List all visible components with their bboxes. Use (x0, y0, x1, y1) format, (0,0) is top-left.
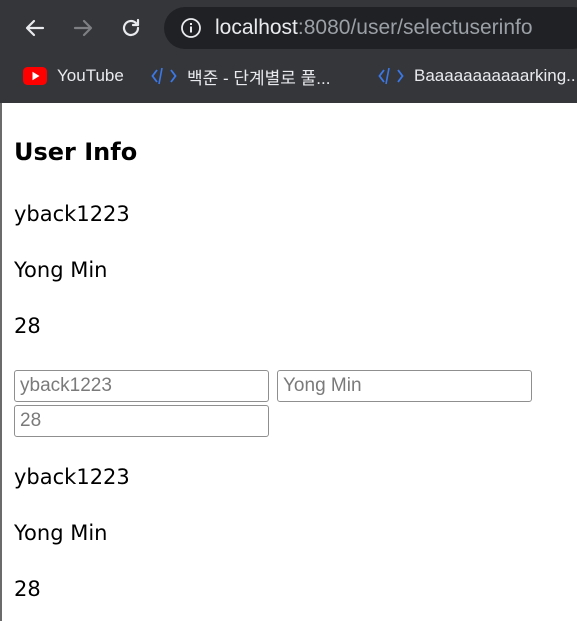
bookmark-label: Baaaaaaaaaaarking... (414, 66, 577, 85)
info-icon[interactable] (180, 17, 202, 39)
user-id-input[interactable] (14, 370, 269, 402)
code-brackets-icon (151, 67, 177, 85)
arrow-right-icon (73, 19, 93, 37)
arrow-left-icon (25, 19, 45, 37)
user-name-text: Yong Min (14, 521, 108, 545)
user-age-input[interactable] (14, 405, 269, 437)
forward-button[interactable] (67, 10, 99, 46)
user-id-text: yback1223 (14, 202, 130, 226)
youtube-icon (23, 67, 47, 85)
reload-icon (122, 18, 140, 37)
url-text[interactable]: localhost:8080/user/selectuserinfo (215, 16, 533, 40)
bookmark-youtube[interactable]: YouTube (23, 64, 124, 88)
reload-button[interactable] (115, 10, 147, 46)
bookmarks-bar: YouTube 백준 - 단계별로 풀... Baaaaaaaaaaarking… (0, 56, 577, 96)
bookmark-label: 백준 - 단계별로 풀... (187, 68, 331, 88)
bookmark-barking[interactable]: Baaaaaaaaaaarking... (378, 64, 577, 88)
user-id-text: yback1223 (14, 465, 130, 489)
back-button[interactable] (19, 10, 51, 46)
url-path: :8080/user/selectuserinfo (297, 16, 533, 39)
bookmark-baekjoon[interactable]: 백준 - 단계별로 풀... (151, 64, 330, 88)
user-name-text: Yong Min (14, 258, 108, 282)
address-bar[interactable]: localhost:8080/user/selectuserinfo (164, 7, 577, 49)
page-title: User Info (14, 138, 138, 166)
code-brackets-icon (378, 67, 404, 85)
url-host: localhost (215, 16, 298, 39)
browser-toolbar: localhost:8080/user/selectuserinfo (0, 0, 577, 56)
user-age-text: 28 (14, 314, 41, 338)
user-age-text: 28 (14, 577, 41, 601)
bookmark-label: YouTube (57, 66, 124, 85)
browser-chrome: localhost:8080/user/selectuserinfo YouTu… (0, 0, 577, 103)
user-name-input[interactable] (277, 370, 532, 402)
window-edge (0, 103, 2, 621)
